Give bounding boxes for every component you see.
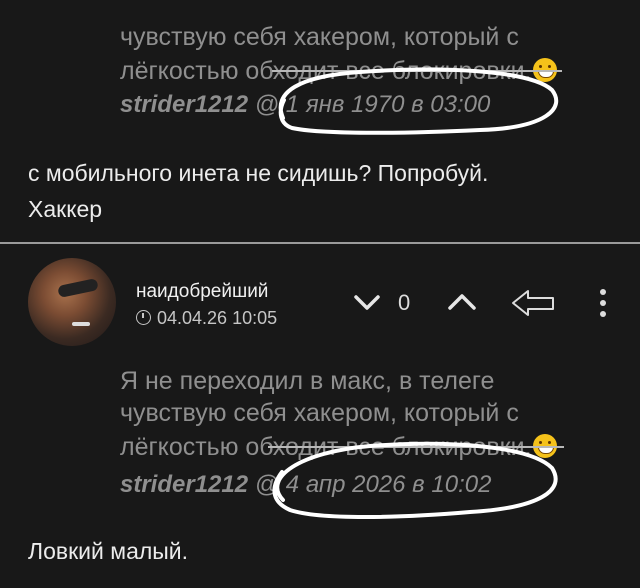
reply-button[interactable]	[510, 288, 556, 318]
comment-divider	[0, 242, 640, 244]
quote-author-link[interactable]: strider1212	[120, 91, 248, 118]
comment-text: Ловкий малый.	[28, 538, 189, 564]
username-link[interactable]: наидобрейший	[136, 281, 268, 303]
quote-line: Я не переходил в макс, в телеге	[120, 367, 495, 395]
vote-score: 0	[398, 290, 411, 315]
quote-attribution: strider1212 @ 1 янв 1970 в 03:00	[120, 90, 490, 120]
chevron-down-icon	[354, 295, 380, 310]
comment-timestamp: 04.04.26 10:05	[136, 308, 277, 329]
quote-attribution: strider1212 @ 4 апр 2026 в 10:02	[120, 470, 491, 500]
comment-text: Хаккер	[28, 196, 103, 222]
downvote-button[interactable]	[352, 290, 382, 314]
timestamp-text: 04.04.26 10:05	[157, 308, 278, 328]
avatar-glasses	[57, 277, 99, 299]
comment-text: с мобильного инета не сидишь? Попробуй.	[28, 160, 489, 186]
quote-at-sign: @	[248, 91, 286, 118]
quote-author-link[interactable]: strider1212	[120, 471, 248, 498]
upvote-button[interactable]	[446, 290, 478, 314]
quote-date-link[interactable]: 4 апр 2026 в 10:02	[286, 471, 492, 498]
quote-line: чувствую себя хакером, который с	[120, 23, 519, 51]
strikethrough-mark	[268, 446, 564, 448]
more-options-button[interactable]	[596, 286, 610, 320]
more-vertical-icon	[600, 289, 606, 317]
quote-line: чувствую себя хакером, который с	[120, 399, 519, 427]
avatar-cigarette	[72, 322, 90, 326]
strikethrough-mark	[272, 70, 562, 72]
avatar[interactable]	[28, 258, 116, 346]
reply-arrow-icon	[512, 290, 554, 316]
chevron-up-icon	[448, 294, 476, 310]
quote-date-link[interactable]: 1 янв 1970 в 03:00	[286, 91, 491, 118]
quote-at-sign: @	[248, 471, 286, 498]
clock-icon	[136, 310, 151, 325]
